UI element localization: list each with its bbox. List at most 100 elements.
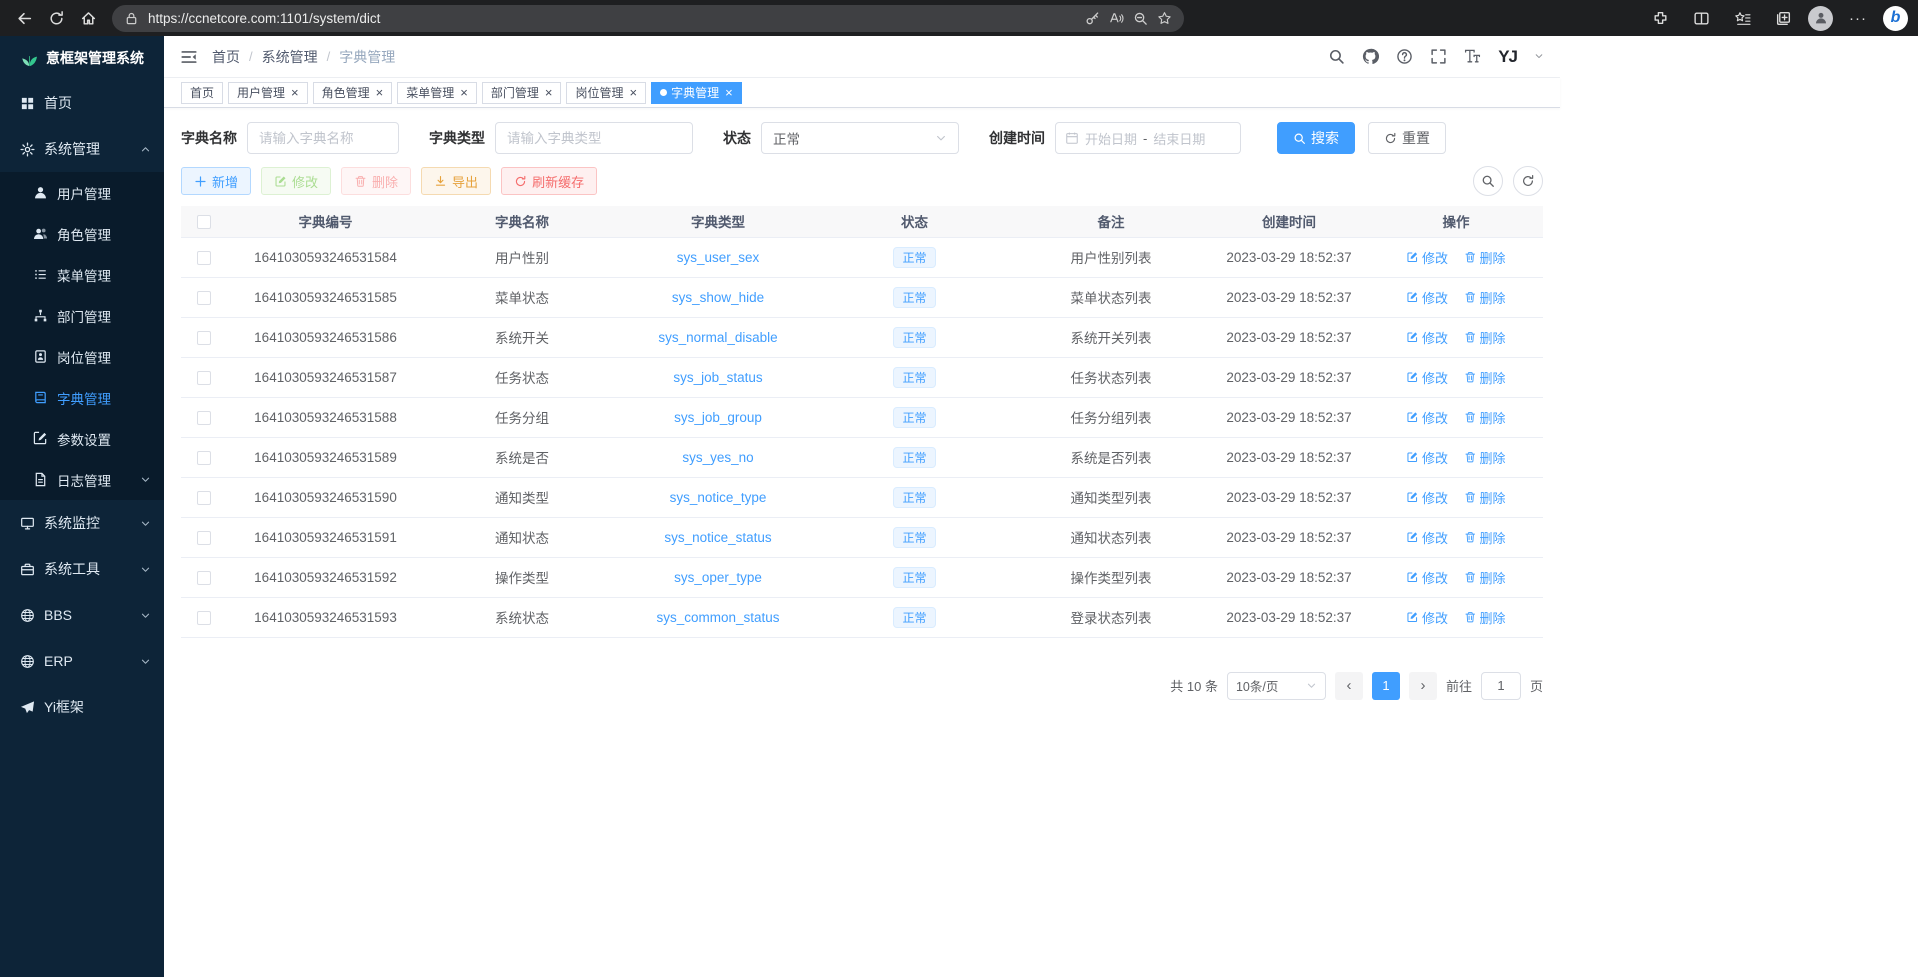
delete-link[interactable]: 删除 <box>1464 528 1506 547</box>
dict-type-link[interactable]: sys_job_status <box>673 370 762 385</box>
tab-close-icon[interactable]: × <box>545 86 553 99</box>
tab-user[interactable]: 用户管理× <box>228 82 308 104</box>
avatar-dropdown[interactable] <box>1534 48 1544 66</box>
browser-menu-button[interactable]: ··· <box>1842 3 1874 33</box>
edit-link[interactable]: 修改 <box>1406 248 1448 267</box>
dict-type-link[interactable]: sys_common_status <box>656 610 779 625</box>
tab-close-icon[interactable]: × <box>725 86 733 99</box>
breadcrumb-home[interactable]: 首页 <box>212 47 240 67</box>
refresh-table-button[interactable] <box>1513 166 1543 196</box>
password-key-icon[interactable] <box>1085 11 1100 26</box>
font-size-button[interactable] <box>1464 48 1481 65</box>
sidebar-item-user[interactable]: 用户管理 <box>0 172 164 213</box>
sidebar-item-tools[interactable]: 系统工具 <box>0 546 164 592</box>
edit-link[interactable]: 修改 <box>1406 328 1448 347</box>
sidebar-item-dict[interactable]: 字典管理 <box>0 377 164 418</box>
dict-name-input[interactable] <box>247 122 399 154</box>
split-screen-button[interactable] <box>1685 3 1717 33</box>
goto-page-input[interactable] <box>1481 672 1521 700</box>
sidebar-item-post[interactable]: 岗位管理 <box>0 336 164 377</box>
delete-link[interactable]: 删除 <box>1464 328 1506 347</box>
browser-refresh-button[interactable] <box>40 3 72 33</box>
tab-home[interactable]: 首页 <box>181 82 223 104</box>
extensions-button[interactable] <box>1644 3 1676 33</box>
favorite-star-icon[interactable] <box>1157 11 1172 26</box>
edit-link[interactable]: 修改 <box>1406 288 1448 307</box>
edit-link[interactable]: 修改 <box>1406 368 1448 387</box>
row-checkbox[interactable] <box>197 451 211 465</box>
tab-close-icon[interactable]: × <box>460 86 468 99</box>
dict-type-link[interactable]: sys_normal_disable <box>658 330 777 345</box>
delete-link[interactable]: 删除 <box>1464 368 1506 387</box>
browser-back-button[interactable] <box>8 3 40 33</box>
site-info-lock-icon[interactable] <box>124 11 139 26</box>
delete-link[interactable]: 删除 <box>1464 448 1506 467</box>
delete-link[interactable]: 删除 <box>1464 568 1506 587</box>
dict-type-link[interactable]: sys_job_group <box>674 410 762 425</box>
header-search-button[interactable] <box>1328 48 1345 65</box>
next-page-button[interactable]: › <box>1409 672 1437 700</box>
sidebar-item-erp[interactable]: ERP <box>0 638 164 684</box>
page-number-1[interactable]: 1 <box>1372 672 1400 700</box>
tab-close-icon[interactable]: × <box>629 86 637 99</box>
dict-type-link[interactable]: sys_oper_type <box>674 570 762 585</box>
browser-home-button[interactable] <box>72 3 104 33</box>
app-logo[interactable]: 意框架管理系统 <box>0 36 164 80</box>
zoom-icon[interactable] <box>1133 11 1148 26</box>
dict-type-input[interactable] <box>495 122 693 154</box>
tab-menu[interactable]: 菜单管理× <box>397 82 477 104</box>
dict-type-link[interactable]: sys_show_hide <box>672 290 764 305</box>
collections-button[interactable] <box>1767 3 1799 33</box>
read-aloud-icon[interactable] <box>1109 11 1124 26</box>
sidebar-item-role[interactable]: 角色管理 <box>0 213 164 254</box>
row-checkbox[interactable] <box>197 371 211 385</box>
row-checkbox[interactable] <box>197 331 211 345</box>
toggle-search-button[interactable] <box>1473 166 1503 196</box>
github-button[interactable] <box>1362 48 1379 65</box>
fullscreen-button[interactable] <box>1430 48 1447 65</box>
refresh-cache-button[interactable]: 刷新缓存 <box>501 167 597 195</box>
sidebar-item-dept[interactable]: 部门管理 <box>0 295 164 336</box>
delete-link[interactable]: 删除 <box>1464 248 1506 267</box>
delete-link[interactable]: 删除 <box>1464 488 1506 507</box>
row-checkbox[interactable] <box>197 251 211 265</box>
select-all-checkbox[interactable] <box>197 215 211 229</box>
breadcrumb-system[interactable]: 系统管理 <box>262 47 318 67</box>
page-size-select[interactable]: 10条/页 <box>1227 672 1326 700</box>
date-range-picker[interactable]: 开始日期 - 结束日期 <box>1055 122 1241 154</box>
sidebar-item-home[interactable]: 首页 <box>0 80 164 126</box>
row-checkbox[interactable] <box>197 611 211 625</box>
search-button[interactable]: 搜索 <box>1277 122 1355 154</box>
dict-type-link[interactable]: sys_user_sex <box>677 250 760 265</box>
row-checkbox[interactable] <box>197 491 211 505</box>
delete-link[interactable]: 删除 <box>1464 408 1506 427</box>
sidebar-item-param[interactable]: 参数设置 <box>0 418 164 459</box>
delete-button[interactable]: 删除 <box>341 167 411 195</box>
tab-dict-active[interactable]: 字典管理× <box>651 82 742 104</box>
tab-role[interactable]: 角色管理× <box>313 82 393 104</box>
reset-button[interactable]: 重置 <box>1368 122 1446 154</box>
delete-link[interactable]: 删除 <box>1464 288 1506 307</box>
browser-profile-avatar[interactable] <box>1808 6 1833 31</box>
prev-page-button[interactable]: ‹ <box>1335 672 1363 700</box>
tab-post[interactable]: 岗位管理× <box>566 82 646 104</box>
bing-chat-button[interactable]: b <box>1883 6 1908 31</box>
sidebar-item-monitor[interactable]: 系统监控 <box>0 500 164 546</box>
tab-close-icon[interactable]: × <box>291 86 299 99</box>
sidebar-fold-button[interactable] <box>180 48 198 66</box>
user-avatar-logo[interactable]: YJ <box>1498 47 1517 67</box>
edit-link[interactable]: 修改 <box>1406 408 1448 427</box>
sidebar-item-bbs[interactable]: BBS <box>0 592 164 638</box>
edit-link[interactable]: 修改 <box>1406 568 1448 587</box>
edit-link[interactable]: 修改 <box>1406 608 1448 627</box>
sidebar-item-menu[interactable]: 菜单管理 <box>0 254 164 295</box>
edit-link[interactable]: 修改 <box>1406 448 1448 467</box>
edit-link[interactable]: 修改 <box>1406 528 1448 547</box>
edit-button[interactable]: 修改 <box>261 167 331 195</box>
sidebar-item-yi[interactable]: Yi框架 <box>0 684 164 730</box>
help-button[interactable] <box>1396 48 1413 65</box>
sidebar-item-system[interactable]: 系统管理 <box>0 126 164 172</box>
export-button[interactable]: 导出 <box>421 167 491 195</box>
dict-type-link[interactable]: sys_notice_status <box>664 530 771 545</box>
browser-address-bar[interactable]: https://ccnetcore.com:1101/system/dict <box>112 5 1184 32</box>
